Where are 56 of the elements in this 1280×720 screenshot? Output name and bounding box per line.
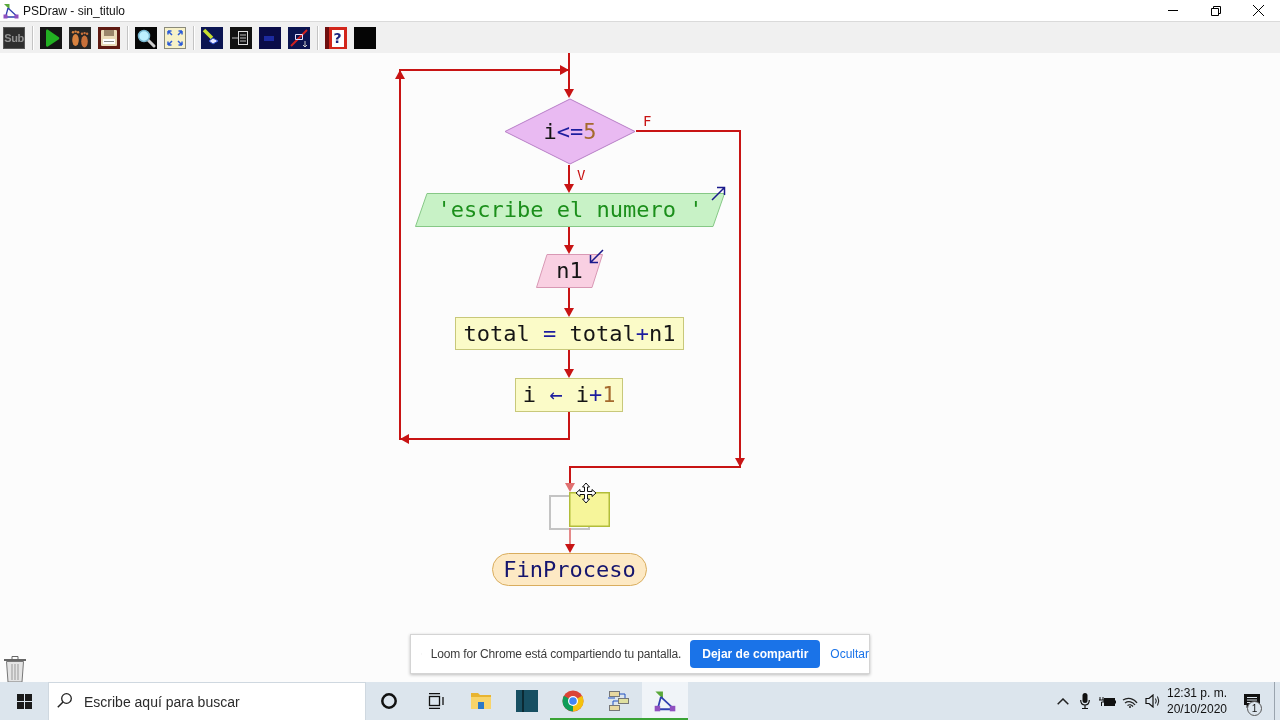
diagonal-arrow-icon	[589, 249, 604, 264]
sub-button[interactable]: Sub	[3, 26, 25, 49]
clock-date: 20/10/2020	[1166, 701, 1228, 717]
end-text: FinProceso	[503, 558, 636, 581]
crossed-diagram-icon[interactable]	[288, 26, 310, 49]
windows-logo-icon[interactable]	[16, 693, 32, 709]
bar-tile-icon[interactable]	[259, 26, 281, 49]
diagonal-arrow-icon	[711, 186, 726, 201]
flow-arrow	[564, 287, 574, 317]
diagram-icon	[607, 690, 631, 712]
expand-arrows-icon[interactable]	[164, 26, 186, 49]
stacked-panels-icon[interactable]	[426, 693, 444, 709]
flow-arrow	[564, 164, 574, 193]
speaker-icon[interactable]	[1144, 694, 1161, 708]
footprints-icon[interactable]	[69, 26, 91, 49]
condition-text: i<=5	[543, 120, 597, 143]
branch-label: V	[577, 168, 586, 182]
battery-icon[interactable]	[1099, 695, 1116, 707]
pencil-icon[interactable]	[201, 26, 223, 49]
close-icon	[1253, 5, 1264, 16]
microphone-icon[interactable]	[1080, 693, 1090, 709]
output-text: 'escribe el numero '	[437, 199, 703, 221]
taskbar-app-button[interactable]	[642, 682, 688, 720]
flowchart-icon	[654, 690, 676, 712]
sharing-message: Loom for Chrome está compartiendo tu pantalla.	[430, 647, 682, 661]
split-tile-icon	[516, 690, 538, 712]
play-icon[interactable]	[40, 26, 62, 49]
browser-logo-icon	[562, 690, 584, 712]
flow-arrow	[565, 527, 575, 553]
input-text: n1	[556, 260, 583, 282]
flowchart-icon	[3, 2, 19, 19]
process-text: i ← i+1	[522, 384, 616, 406]
search-icon[interactable]	[135, 26, 157, 49]
floppy-disk-icon[interactable]	[98, 26, 120, 49]
minimize-icon	[1167, 10, 1178, 11]
branch-label: F	[643, 114, 652, 128]
search-icon	[57, 693, 72, 708]
stop-sharing-button[interactable]: Dejar de compartir	[690, 640, 821, 668]
flow-arrow	[564, 349, 574, 378]
restore-icon	[1210, 5, 1221, 16]
clock-time: 12:31 p. m.	[1166, 685, 1227, 701]
hide-link[interactable]: Ocultar	[830, 647, 869, 661]
flow-arrow	[564, 226, 574, 254]
process-text: total = total+n1	[463, 322, 676, 345]
move-cursor-icon	[575, 482, 597, 504]
search-field[interactable]: Escribe aquí para buscar	[48, 682, 366, 720]
chevron-up-icon[interactable]	[1057, 697, 1069, 705]
flow-arrow	[564, 53, 574, 98]
trash-icon[interactable]	[3, 655, 27, 682]
ring-icon[interactable]	[381, 693, 397, 709]
empty-tile-icon[interactable]	[354, 26, 376, 49]
help-button[interactable]: ?	[325, 26, 347, 49]
notification-badge: 1	[1247, 701, 1262, 716]
folder-icon	[470, 692, 492, 710]
window-title: PSDraw - sin_titulo	[23, 3, 126, 18]
list-frame-icon[interactable]	[230, 26, 252, 49]
